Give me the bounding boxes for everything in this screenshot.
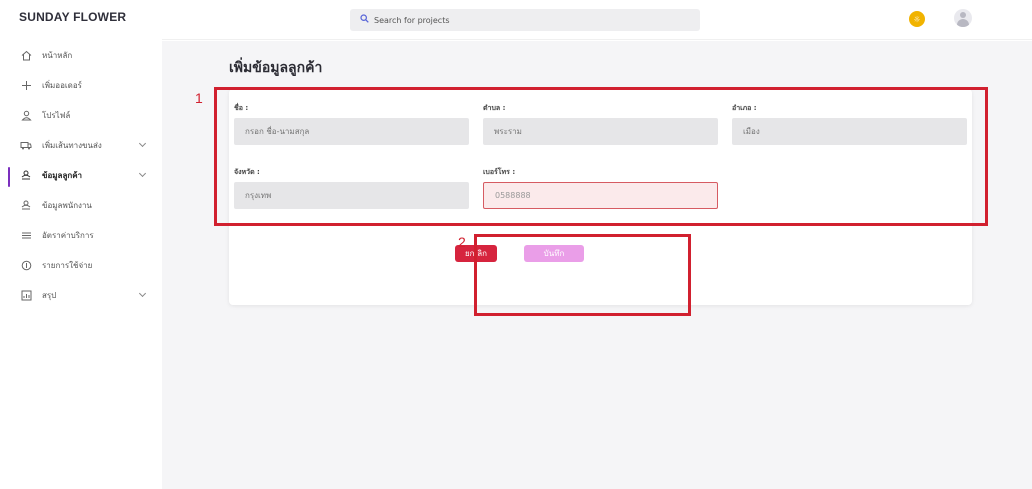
sidebar-item-employees[interactable]: ข้อมูลพนักงาน <box>0 190 162 220</box>
chevron-down-icon <box>138 139 147 148</box>
search-icon <box>360 14 369 26</box>
money-icon <box>20 259 32 271</box>
theme-toggle[interactable]: ☼ <box>907 11 945 27</box>
users-icon <box>20 169 32 181</box>
sidebar: SUNDAY FLOWER หน้าหลัก เพิ่มออเดอร์ โปรไ… <box>0 0 162 489</box>
chevron-down-icon <box>138 289 147 298</box>
sidebar-item-rates[interactable]: อัตราค่าบริการ <box>0 220 162 250</box>
brand-logo[interactable]: SUNDAY FLOWER <box>19 10 126 24</box>
truck-icon <box>20 139 32 151</box>
sidebar-item-label: เพิ่มเส้นทางขนส่ง <box>42 140 102 150</box>
page-title: เพิ่มข้อมูลลูกค้า <box>229 60 323 76</box>
annotation-label-1: 1 <box>195 90 203 106</box>
sidebar-item-add-route[interactable]: เพิ่มเส้นทางขนส่ง <box>0 130 162 160</box>
annotation-label-2: 2 <box>458 234 466 250</box>
annotation-box-1 <box>214 87 988 226</box>
search-bar[interactable]: Search for projects <box>350 9 700 31</box>
sidebar-item-add-order[interactable]: เพิ่มออเดอร์ <box>0 70 162 100</box>
avatar[interactable] <box>954 9 972 27</box>
sidebar-item-label: โปรไฟล์ <box>42 110 71 120</box>
avatar-head <box>960 12 966 18</box>
users-icon <box>20 199 32 211</box>
sidebar-item-label: ข้อมูลลูกค้า <box>42 170 83 180</box>
home-icon <box>20 49 32 61</box>
sidebar-item-label: สรุป <box>42 290 57 300</box>
sidebar-item-summary[interactable]: สรุป <box>0 280 162 310</box>
sidebar-item-customers[interactable]: ข้อมูลลูกค้า <box>0 160 162 190</box>
sidebar-item-label: หน้าหลัก <box>42 50 73 60</box>
plus-icon <box>20 79 32 91</box>
list-icon <box>20 229 32 241</box>
sidebar-item-label: รายการใช้จ่าย <box>42 260 93 270</box>
chart-icon <box>20 289 32 301</box>
sidebar-item-expenses[interactable]: รายการใช้จ่าย <box>0 250 162 280</box>
sidebar-item-label: ข้อมูลพนักงาน <box>42 200 92 210</box>
user-icon <box>20 109 32 121</box>
search-input[interactable]: Search for projects <box>374 16 450 25</box>
sidebar-nav: หน้าหลัก เพิ่มออเดอร์ โปรไฟล์ เพิ่มเส้นท… <box>0 40 162 310</box>
sun-icon: ☼ <box>909 11 925 27</box>
avatar-body <box>957 19 969 27</box>
top-bar: Search for projects ☼ <box>162 0 1032 40</box>
annotation-box-2 <box>474 234 691 316</box>
sidebar-item-home[interactable]: หน้าหลัก <box>0 40 162 70</box>
chevron-down-icon <box>138 169 147 178</box>
sidebar-item-profile[interactable]: โปรไฟล์ <box>0 100 162 130</box>
sidebar-item-label: เพิ่มออเดอร์ <box>42 80 82 90</box>
sidebar-item-label: อัตราค่าบริการ <box>42 230 94 240</box>
